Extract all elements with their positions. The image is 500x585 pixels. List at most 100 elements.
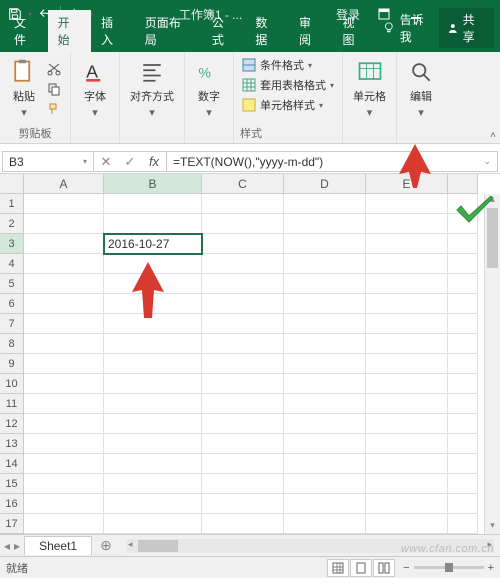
normal-view-icon[interactable] xyxy=(327,559,349,577)
tab-home[interactable]: 开始 xyxy=(48,10,92,52)
cell-C8[interactable] xyxy=(202,334,284,354)
cell-A11[interactable] xyxy=(24,394,104,414)
cell-D1[interactable] xyxy=(284,194,366,214)
number-button[interactable]: % 数字▾ xyxy=(191,56,227,121)
editing-button[interactable]: 编辑▾ xyxy=(403,56,439,121)
row-header[interactable]: 11 xyxy=(0,394,24,414)
cell-A8[interactable] xyxy=(24,334,104,354)
cell-B14[interactable] xyxy=(104,454,202,474)
cell-C12[interactable] xyxy=(202,414,284,434)
cancel-formula-icon[interactable]: ✕ xyxy=(94,154,118,170)
cells-button[interactable]: 单元格▾ xyxy=(349,56,390,121)
cell-B17[interactable] xyxy=(104,514,202,534)
cell-E3[interactable] xyxy=(366,234,448,254)
cell-C10[interactable] xyxy=(202,374,284,394)
cell-A13[interactable] xyxy=(24,434,104,454)
cell-E11[interactable] xyxy=(366,394,448,414)
cell-D8[interactable] xyxy=(284,334,366,354)
cell-D15[interactable] xyxy=(284,474,366,494)
cell-B8[interactable] xyxy=(104,334,202,354)
cell-B12[interactable] xyxy=(104,414,202,434)
formula-input[interactable]: =TEXT(NOW(),"yyyy-m-dd") ⌄ xyxy=(167,151,498,172)
tell-me-icon[interactable] xyxy=(382,21,396,35)
cell-B9[interactable] xyxy=(104,354,202,374)
login-link[interactable]: 登录 xyxy=(336,6,360,23)
row-header[interactable]: 15 xyxy=(0,474,24,494)
cell-E2[interactable] xyxy=(366,214,448,234)
cell-A10[interactable] xyxy=(24,374,104,394)
cell-A2[interactable] xyxy=(24,214,104,234)
cell-D6[interactable] xyxy=(284,294,366,314)
cell-D3[interactable] xyxy=(284,234,366,254)
cell-E4[interactable] xyxy=(366,254,448,274)
cell-B3[interactable]: 2016-10-27 xyxy=(104,234,202,254)
cell-A16[interactable] xyxy=(24,494,104,514)
cell-B15[interactable] xyxy=(104,474,202,494)
cell-A6[interactable] xyxy=(24,294,104,314)
cell-D16[interactable] xyxy=(284,494,366,514)
cell-E6[interactable] xyxy=(366,294,448,314)
row-header[interactable]: 14 xyxy=(0,454,24,474)
expand-formula-icon[interactable]: ⌄ xyxy=(483,156,491,167)
column-header[interactable]: B xyxy=(104,174,202,194)
cell-D17[interactable] xyxy=(284,514,366,534)
cell-E17[interactable] xyxy=(366,514,448,534)
enter-formula-icon[interactable]: ✓ xyxy=(118,154,142,170)
cell-C11[interactable] xyxy=(202,394,284,414)
cell-A14[interactable] xyxy=(24,454,104,474)
cell-A5[interactable] xyxy=(24,274,104,294)
cell-D5[interactable] xyxy=(284,274,366,294)
cell-C6[interactable] xyxy=(202,294,284,314)
row-header[interactable]: 7 xyxy=(0,314,24,334)
row-header[interactable]: 12 xyxy=(0,414,24,434)
row-header[interactable]: 4 xyxy=(0,254,24,274)
vertical-scrollbar[interactable]: ▴ ▾ xyxy=(484,194,500,534)
cell-C13[interactable] xyxy=(202,434,284,454)
column-header[interactable]: D xyxy=(284,174,366,194)
zoom-in-icon[interactable]: + xyxy=(488,562,494,574)
cell-B1[interactable] xyxy=(104,194,202,214)
row-header[interactable]: 2 xyxy=(0,214,24,234)
cell-E9[interactable] xyxy=(366,354,448,374)
font-button[interactable]: A 字体▾ xyxy=(77,56,113,121)
cell-E8[interactable] xyxy=(366,334,448,354)
cell-C1[interactable] xyxy=(202,194,284,214)
row-header[interactable]: 9 xyxy=(0,354,24,374)
cell-D10[interactable] xyxy=(284,374,366,394)
page-layout-view-icon[interactable] xyxy=(350,559,372,577)
cell-B13[interactable] xyxy=(104,434,202,454)
row-header[interactable]: 5 xyxy=(0,274,24,294)
cell-C3[interactable] xyxy=(202,234,284,254)
page-break-view-icon[interactable] xyxy=(373,559,395,577)
cell-A15[interactable] xyxy=(24,474,104,494)
paste-button[interactable]: 粘贴 ▾ xyxy=(6,56,42,121)
row-header[interactable]: 1 xyxy=(0,194,24,214)
copy-icon[interactable] xyxy=(44,80,64,98)
sheet-tab[interactable]: Sheet1 xyxy=(24,536,92,555)
cell-E10[interactable] xyxy=(366,374,448,394)
cell-B2[interactable] xyxy=(104,214,202,234)
row-header[interactable]: 6 xyxy=(0,294,24,314)
cell-C14[interactable] xyxy=(202,454,284,474)
row-header[interactable]: 13 xyxy=(0,434,24,454)
row-header[interactable]: 3 xyxy=(0,234,24,254)
cell-C16[interactable] xyxy=(202,494,284,514)
cell-D4[interactable] xyxy=(284,254,366,274)
cell-A7[interactable] xyxy=(24,314,104,334)
tab-file[interactable]: 文件 xyxy=(4,10,48,52)
zoom-out-icon[interactable]: − xyxy=(403,562,409,574)
cell-E1[interactable] xyxy=(366,194,448,214)
insert-function-icon[interactable]: fx xyxy=(142,154,166,169)
add-sheet-icon[interactable]: ⊕ xyxy=(92,537,120,554)
cell-styles-button[interactable]: 单元格样式▾ xyxy=(240,96,325,114)
conditional-formatting-button[interactable]: 条件格式▾ xyxy=(240,56,314,74)
share-button[interactable]: 共享 xyxy=(439,8,494,48)
cell-E14[interactable] xyxy=(366,454,448,474)
cell-A12[interactable] xyxy=(24,414,104,434)
format-painter-icon[interactable] xyxy=(44,100,64,118)
cell-E16[interactable] xyxy=(366,494,448,514)
cell-C4[interactable] xyxy=(202,254,284,274)
cell-D2[interactable] xyxy=(284,214,366,234)
cell-D9[interactable] xyxy=(284,354,366,374)
cell-E7[interactable] xyxy=(366,314,448,334)
